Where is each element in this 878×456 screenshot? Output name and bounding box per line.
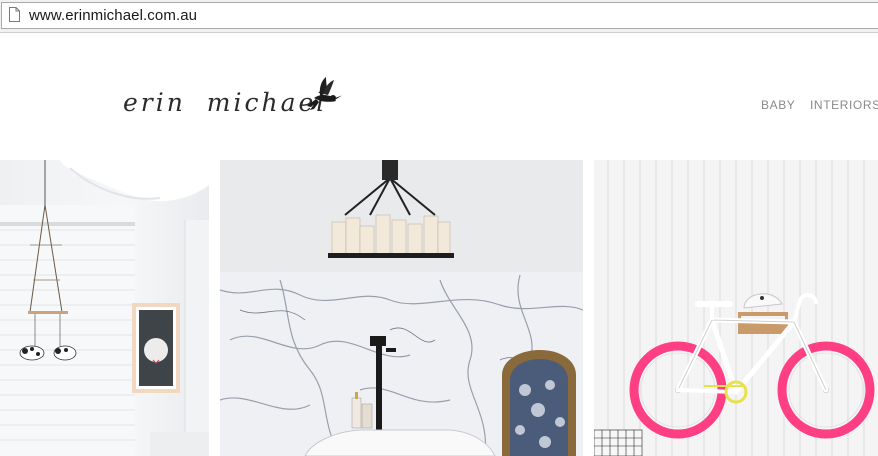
logo-text: erin michael (123, 88, 328, 117)
nursery-photo[interactable] (0, 160, 209, 456)
nav-baby[interactable]: BABY (761, 97, 795, 113)
bicycle-photo[interactable] (594, 160, 878, 456)
site-logo[interactable]: erin michael (120, 76, 342, 126)
url-text[interactable]: www.erinmichael.com.au (29, 7, 197, 25)
url-field[interactable]: www.erinmichael.com.au (1, 2, 878, 29)
hummingbird-icon (307, 77, 342, 110)
browser-address-bar: www.erinmichael.com.au (0, 0, 878, 33)
nav-interiors[interactable]: INTERIORS (810, 97, 878, 113)
bathroom-photo[interactable] (220, 160, 583, 456)
page-icon (9, 7, 20, 22)
